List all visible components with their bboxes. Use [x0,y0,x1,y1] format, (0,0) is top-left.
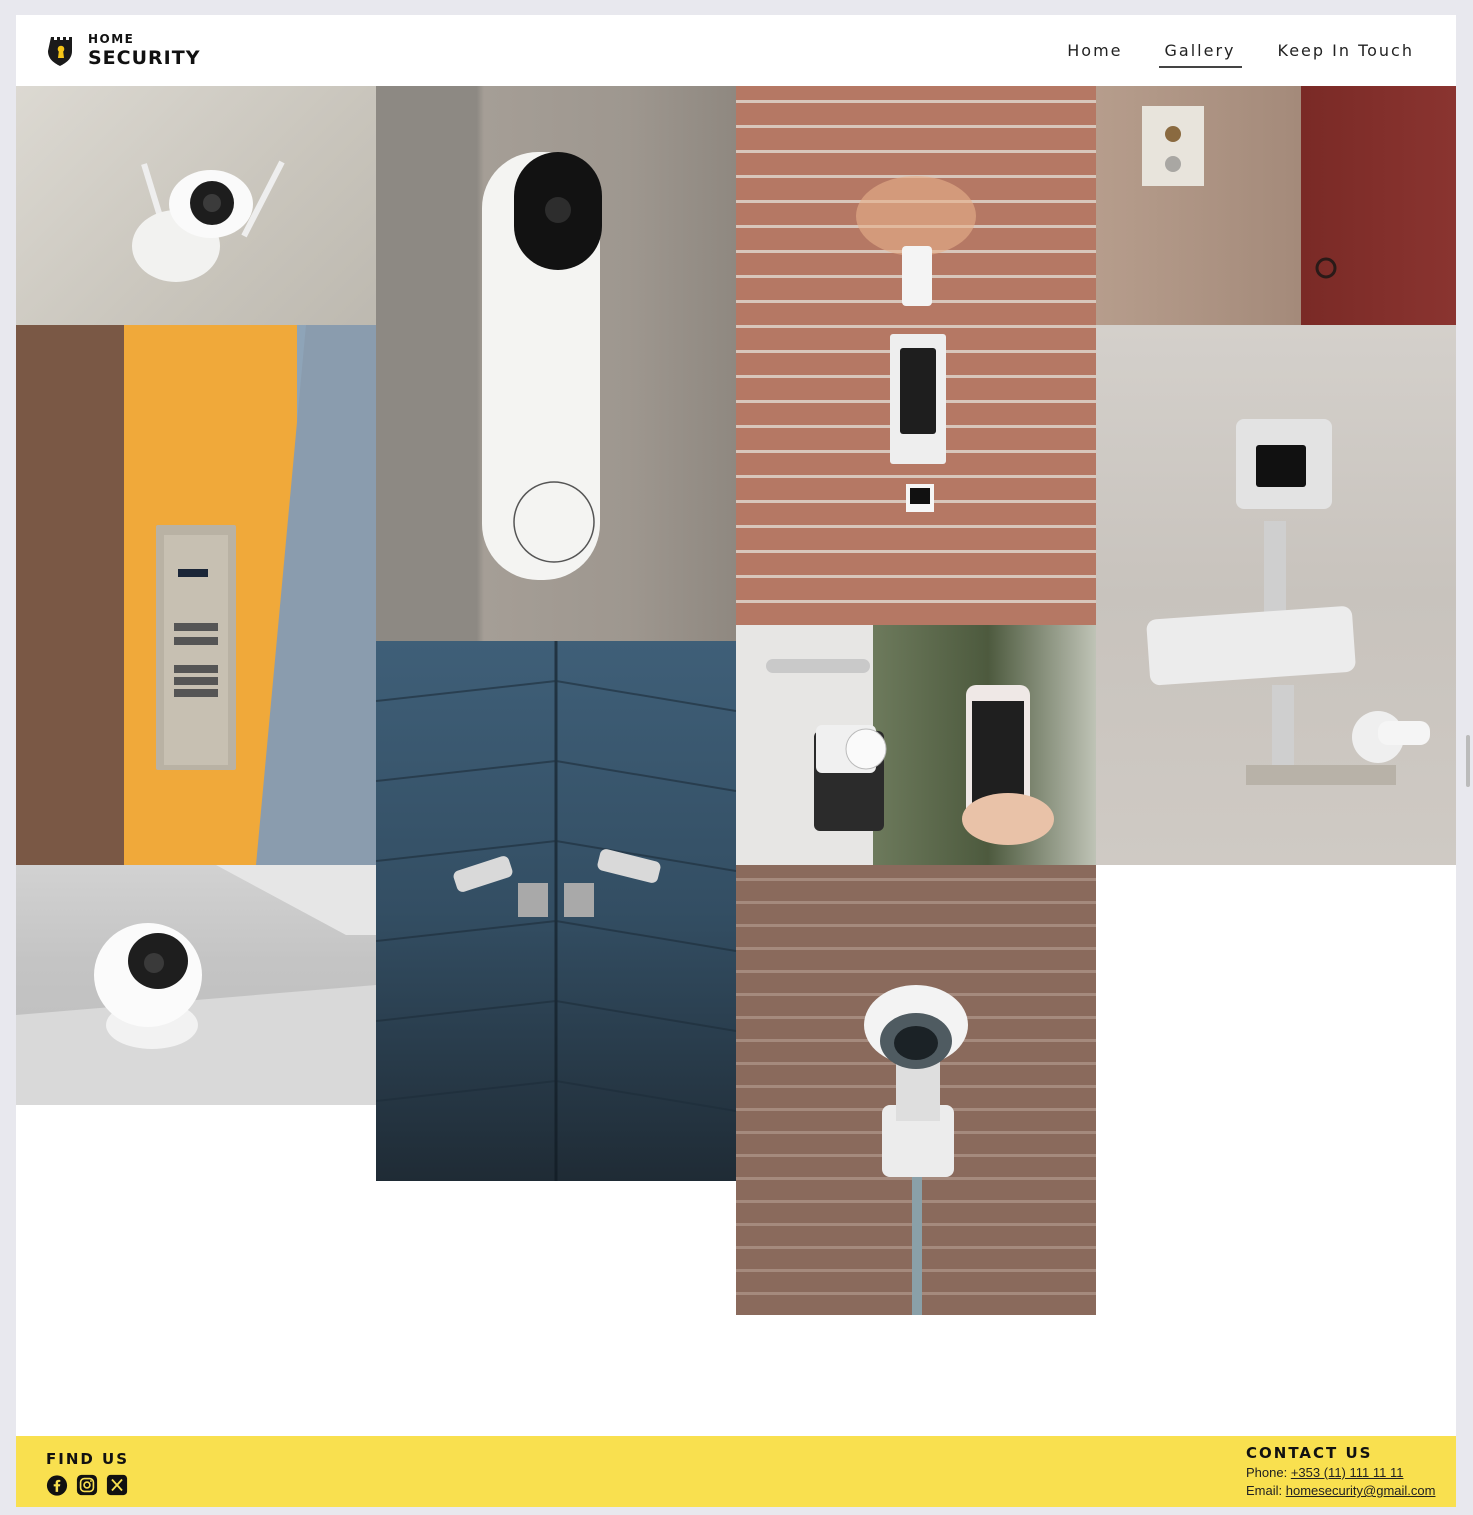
find-us-section: FIND US [46,1450,129,1496]
instagram-icon[interactable] [76,1474,98,1496]
x-icon[interactable] [106,1474,128,1496]
apartment-intercom-photo[interactable] [16,325,376,865]
door-intercom-photo[interactable] [1096,86,1456,325]
nav-gallery[interactable]: Gallery [1158,39,1242,68]
page: HOME SECURITY Home Gallery Keep In Touch [16,15,1456,1507]
logo-bottom-text: SECURITY [88,47,201,69]
indoor-camera-photo[interactable] [16,865,376,1105]
corner-cameras-photo[interactable] [376,641,736,1181]
nav-home[interactable]: Home [1061,39,1128,68]
phone-line: Phone: +353 (11) 111 11 11 [1246,1465,1435,1480]
email-link[interactable]: homesecurity@gmail.com [1286,1483,1436,1498]
contact-us-title: CONTACT US [1246,1444,1373,1462]
cctv-cameras-photo[interactable] [1096,325,1456,865]
dome-camera-photo[interactable] [736,865,1096,1315]
video-doorbell-photo[interactable] [376,86,736,641]
shield-lock-icon [48,36,72,66]
wifi-camera-photo[interactable] [16,86,376,325]
keypad-intercom-photo[interactable] [736,86,1096,625]
nav-keep-in-touch[interactable]: Keep In Touch [1272,39,1421,68]
social-links [46,1474,129,1496]
logo-top-text: HOME [88,32,135,46]
smart-lock-phone-photo[interactable] [736,625,1096,865]
scrollbar-thumb[interactable] [1466,735,1470,787]
logo[interactable]: HOME SECURITY [48,33,200,68]
site-header: HOME SECURITY Home Gallery Keep In Touch [16,15,1456,86]
email-label: Email: [1246,1483,1286,1498]
phone-label: Phone: [1246,1465,1291,1480]
main-nav: Home Gallery Keep In Touch [1061,39,1420,68]
site-footer: FIND US CONTACT US Phone: +353 (11) 111 … [16,1436,1456,1507]
facebook-icon[interactable] [46,1474,68,1496]
find-us-title: FIND US [46,1450,130,1468]
contact-us-section: CONTACT US Phone: +353 (11) 111 11 11 Em… [1246,1444,1435,1498]
phone-link[interactable]: +353 (11) 111 11 11 [1291,1465,1404,1480]
email-line: Email: homesecurity@gmail.com [1246,1483,1435,1498]
